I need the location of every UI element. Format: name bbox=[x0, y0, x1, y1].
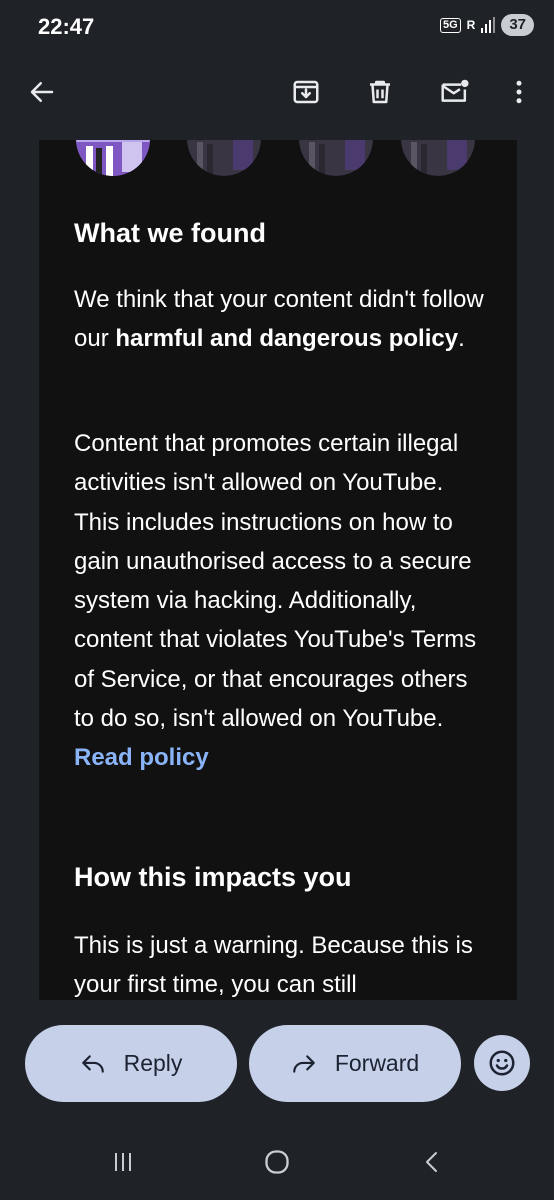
forward-icon bbox=[292, 1054, 315, 1073]
more-vertical-icon bbox=[516, 80, 522, 104]
archive-button[interactable] bbox=[284, 70, 328, 114]
video-thumbnail bbox=[187, 140, 261, 176]
emoji-icon bbox=[489, 1050, 515, 1076]
status-bar: 22:47 5G R 37 bbox=[0, 0, 554, 56]
video-thumbnail bbox=[299, 140, 373, 176]
found-text-end: . bbox=[458, 325, 465, 353]
back-button[interactable] bbox=[20, 70, 64, 114]
section-heading-what-we-found: What we found bbox=[74, 218, 266, 248]
policy-paragraph: Content that promotes certain illegal ac… bbox=[74, 424, 494, 778]
recent-apps-button[interactable] bbox=[103, 1142, 143, 1182]
reply-label: Reply bbox=[123, 1050, 183, 1076]
back-arrow-icon bbox=[30, 82, 54, 102]
back-nav-button[interactable] bbox=[412, 1142, 452, 1182]
status-icons: 5G R 37 bbox=[439, 14, 534, 36]
delete-button[interactable] bbox=[358, 70, 402, 114]
battery-badge: 37 bbox=[501, 14, 534, 36]
reply-button[interactable]: Reply bbox=[25, 1025, 237, 1102]
video-thumbnail bbox=[76, 140, 150, 176]
home-button[interactable] bbox=[257, 1142, 297, 1182]
impact-paragraph: This is just a warning. Because this is … bbox=[74, 932, 473, 999]
email-body: What we found We think that your content… bbox=[39, 140, 517, 1000]
read-policy-link[interactable]: Read policy bbox=[74, 744, 209, 771]
forward-label: Forward bbox=[334, 1050, 420, 1076]
mark-unread-icon bbox=[441, 79, 469, 102]
recent-apps-icon bbox=[115, 1153, 131, 1171]
signal-icon bbox=[481, 17, 496, 33]
status-time: 22:47 bbox=[38, 14, 95, 39]
mark-unread-button[interactable] bbox=[433, 70, 477, 114]
back-chevron-icon bbox=[426, 1152, 437, 1172]
forward-button[interactable]: Forward bbox=[249, 1025, 461, 1102]
more-options-button[interactable] bbox=[497, 70, 541, 114]
system-navigation-bar bbox=[0, 1124, 554, 1200]
policy-name: harmful and dangerous policy bbox=[115, 325, 459, 353]
network-5g-icon: 5G bbox=[439, 17, 461, 33]
policy-text: Content that promotes certain illegal ac… bbox=[74, 430, 477, 733]
action-bar: Reply Forward bbox=[0, 1000, 554, 1124]
archive-icon bbox=[293, 80, 319, 104]
section-heading-impact: How this impacts you bbox=[74, 862, 352, 892]
emoji-reaction-button[interactable] bbox=[474, 1035, 530, 1091]
video-thumbnail bbox=[401, 140, 475, 176]
found-paragraph: We think that your content didn't follow… bbox=[74, 280, 494, 359]
delete-icon bbox=[370, 80, 390, 104]
reply-icon bbox=[81, 1054, 104, 1073]
home-icon bbox=[265, 1150, 289, 1174]
app-bar bbox=[0, 56, 554, 140]
roaming-icon: R bbox=[466, 18, 476, 32]
